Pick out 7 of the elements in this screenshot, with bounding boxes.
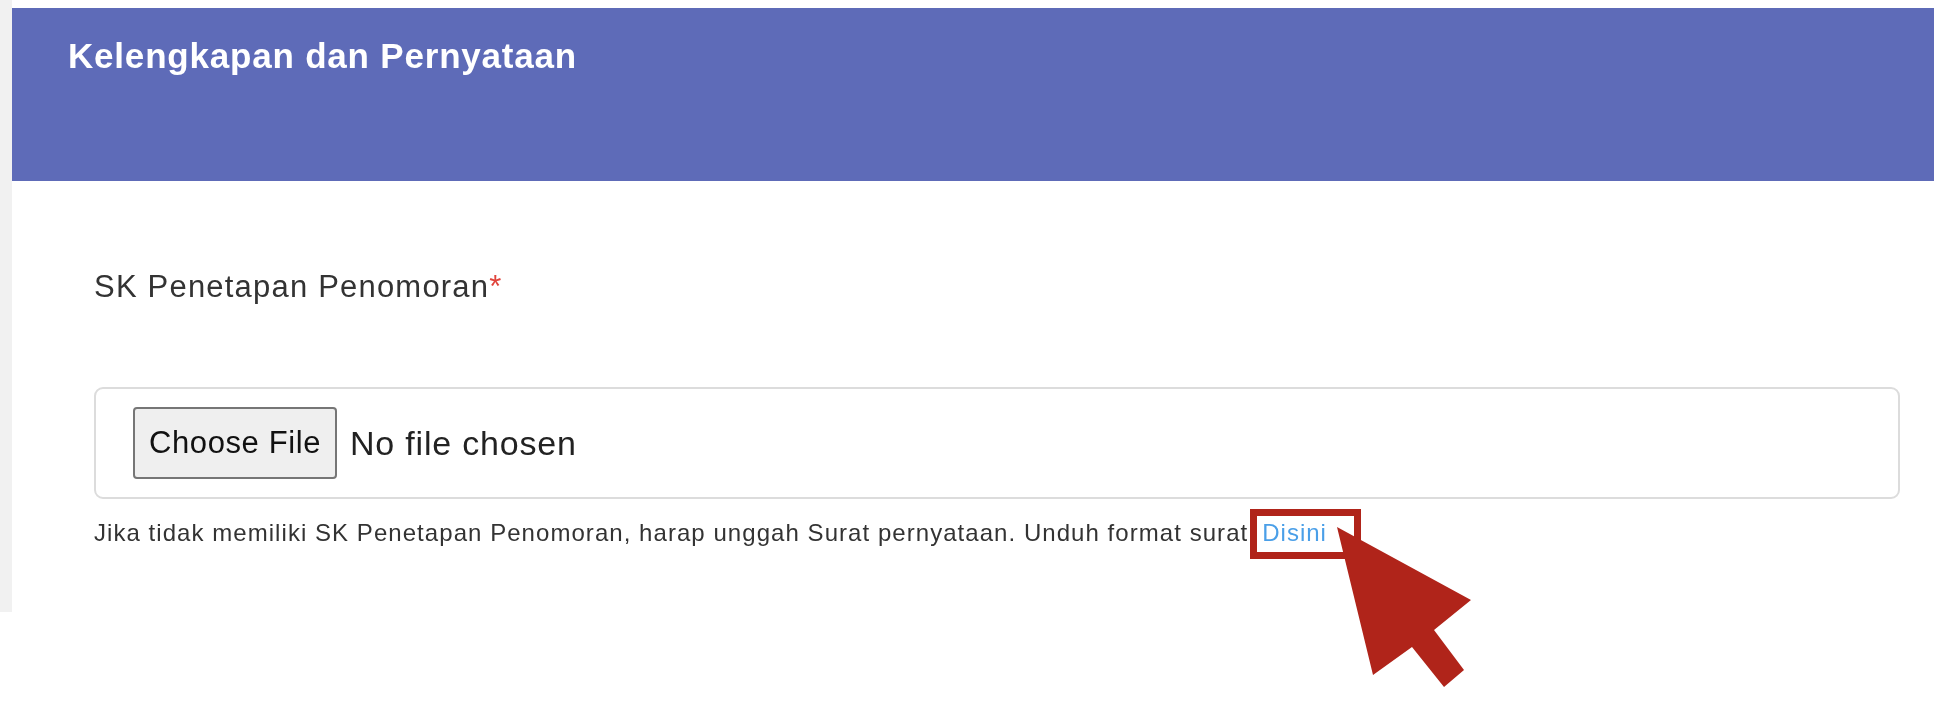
section-title: Kelengkapan dan Pernyataan (68, 36, 578, 76)
pointer-arrow-icon (1336, 527, 1471, 687)
help-text: Jika tidak memiliki SK Penetapan Penomoran, harap unggah Surat pernyataan. Unduh format surat (94, 519, 1249, 547)
choose-file-button[interactable]: Choose File (133, 407, 337, 479)
field-label: SK Penetapan Penomoran* (94, 269, 503, 305)
file-status-text: No file chosen (350, 423, 577, 463)
file-input-field[interactable]: Choose File No file chosen (94, 387, 1900, 499)
